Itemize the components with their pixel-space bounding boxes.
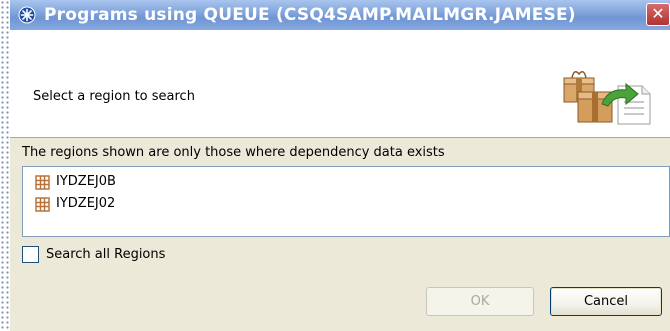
background-pattern	[0, 0, 10, 331]
close-icon: ✕	[651, 4, 665, 23]
title-bar[interactable]: Programs using QUEUE (CSQ4SAMP.MAILMGR.J…	[10, 0, 670, 30]
ok-button[interactable]: OK	[426, 287, 534, 316]
package-export-icon	[563, 71, 651, 125]
region-label: IYDZEJ02	[56, 196, 116, 211]
header-prompt: Select a region to search	[33, 89, 195, 104]
regions-info-label: The regions shown are only those where d…	[22, 145, 445, 160]
dialog-header: Select a region to search	[10, 30, 670, 138]
region-grid-icon	[35, 197, 50, 212]
close-button[interactable]: ✕	[646, 3, 670, 26]
region-grid-icon	[35, 175, 50, 190]
region-list[interactable]: IYDZEJ0B IYDZEJ02	[22, 166, 670, 237]
search-all-label[interactable]: Search all Regions	[46, 247, 165, 262]
search-all-checkbox[interactable]	[22, 246, 39, 263]
app-icon	[18, 6, 36, 24]
window-title: Programs using QUEUE (CSQ4SAMP.MAILMGR.J…	[44, 5, 576, 25]
region-label: IYDZEJ0B	[56, 174, 116, 189]
dialog-window: Programs using QUEUE (CSQ4SAMP.MAILMGR.J…	[10, 0, 670, 331]
cancel-button[interactable]: Cancel	[550, 287, 662, 316]
